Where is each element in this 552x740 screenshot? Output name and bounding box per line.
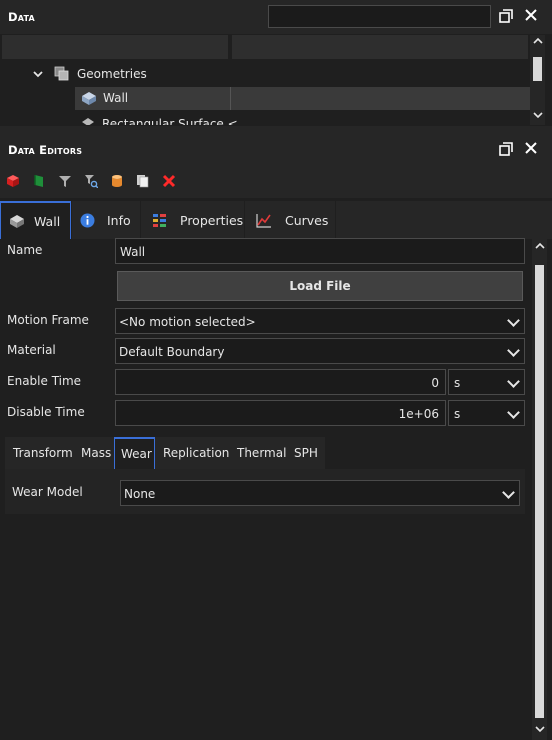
data-scrollbar[interactable]: [530, 35, 545, 125]
motion-frame-label: Motion Frame: [7, 313, 89, 327]
load-file-button-label: Load File: [289, 279, 351, 293]
tab-info-label: Info: [107, 212, 131, 228]
chevron-down-icon: [502, 486, 515, 499]
close-icon: [525, 142, 537, 154]
subtab-sph[interactable]: SPH: [288, 437, 325, 469]
data-search-input[interactable]: [268, 5, 491, 28]
close-icon: [525, 9, 537, 21]
subtab-wear[interactable]: Wear: [114, 437, 155, 469]
enable-time-label: Enable Time: [7, 374, 82, 388]
wall-icon: [82, 92, 96, 105]
tree-item-partial-label: Rectangular Surface <: [102, 117, 238, 125]
enable-time-value: 0: [431, 376, 439, 390]
curves-icon: [256, 213, 271, 228]
geometries-icon: [54, 66, 69, 81]
data-scrollbar-thumb[interactable]: [533, 57, 542, 81]
subtab-replication[interactable]: Replication: [157, 437, 231, 469]
wear-model-label: Wear Model: [12, 485, 83, 499]
funnel-icon[interactable]: [58, 174, 72, 188]
tree-item-partial[interactable]: Rectangular Surface <: [75, 112, 530, 125]
red-cube-icon[interactable]: [6, 174, 20, 188]
surface-icon: [82, 118, 94, 125]
tree-item-wall[interactable]: Wall: [75, 87, 530, 110]
enable-time-unit-value: s: [454, 376, 461, 390]
tab-properties[interactable]: Properties: [141, 201, 244, 239]
subtab-mass-label: Mass: [81, 446, 112, 460]
chevron-down-icon: [507, 314, 520, 327]
close-panel-button[interactable]: [522, 8, 540, 25]
tab-wall[interactable]: Wall: [0, 201, 71, 239]
load-file-button[interactable]: Load File: [117, 271, 523, 301]
disable-time-value: 1e+06: [398, 407, 439, 421]
float-panel-button[interactable]: [497, 9, 515, 26]
subtab-sph-label: SPH: [294, 446, 318, 460]
name-label: Name: [7, 243, 43, 257]
wall-icon: [10, 214, 24, 228]
chevron-down-icon: [507, 406, 520, 419]
green-flag-icon[interactable]: [32, 174, 46, 188]
tab-properties-label: Properties: [180, 212, 244, 228]
cylinder-icon[interactable]: [110, 174, 124, 188]
subtab-wear-label: Wear: [121, 447, 152, 461]
sub-tabbar: Transform Mass Wear Replication Thermal …: [5, 437, 325, 469]
tab-curves-label: Curves: [285, 212, 329, 228]
chevron-down-icon: [507, 344, 520, 357]
subtab-transform-label: Transform: [13, 446, 73, 460]
editors-float-button[interactable]: [497, 142, 515, 159]
tab-curves[interactable]: Curves: [245, 201, 335, 239]
motion-frame-select[interactable]: <No motion selected>: [115, 308, 525, 334]
enable-time-unit-select[interactable]: s: [448, 369, 525, 395]
main-tabbar: Wall Info Properties Curves: [0, 201, 552, 239]
scroll-up-icon[interactable]: [535, 242, 545, 250]
scroll-up-icon[interactable]: [533, 37, 543, 45]
disable-time-unit-select[interactable]: s: [448, 400, 525, 426]
properties-icon: [153, 213, 166, 227]
copy-icon[interactable]: [136, 174, 150, 188]
subtab-replication-label: Replication: [163, 446, 230, 460]
name-field[interactable]: Wall: [115, 238, 525, 264]
tree-column-header-1[interactable]: [2, 35, 228, 59]
disable-time-input[interactable]: 1e+06: [115, 400, 446, 426]
name-field-value: Wall: [120, 245, 146, 259]
float-icon: [499, 142, 513, 156]
disable-time-unit-value: s: [454, 407, 461, 421]
editor-scrollbar-thumb[interactable]: [535, 265, 544, 718]
search-filter-icon[interactable]: [84, 174, 98, 188]
editors-close-button[interactable]: [522, 141, 540, 158]
material-select-value: Default Boundary: [119, 345, 225, 359]
wear-model-select-value: None: [124, 487, 156, 501]
wear-model-select[interactable]: None: [120, 480, 520, 506]
disable-time-label: Disable Time: [7, 405, 85, 419]
subtab-mass[interactable]: Mass: [75, 437, 115, 469]
tree-item-wall-divider: [230, 87, 231, 110]
tree-column-header-2[interactable]: [232, 35, 528, 59]
tabbar-rest: [336, 201, 552, 239]
tab-wall-label: Wall: [34, 213, 61, 229]
chevron-down-icon: [507, 375, 520, 388]
subtab-transform[interactable]: Transform: [5, 437, 75, 469]
scroll-down-icon[interactable]: [535, 725, 545, 733]
tree-item-geometries[interactable]: Geometries: [30, 64, 270, 84]
tree-item-wall-label: Wall: [103, 91, 129, 105]
enable-time-input[interactable]: 0: [115, 369, 446, 395]
motion-frame-select-value: <No motion selected>: [119, 315, 256, 329]
subtab-thermal-label: Thermal: [237, 446, 287, 460]
editors-panel-title: Data Editors: [8, 143, 83, 157]
tree-item-geometries-label: Geometries: [77, 67, 147, 81]
scroll-down-icon[interactable]: [533, 111, 543, 119]
editors-panel-header: [0, 126, 552, 198]
delete-icon[interactable]: [162, 174, 176, 188]
data-panel-title: Data: [8, 10, 35, 24]
material-label: Material: [7, 343, 56, 357]
editor-scrollbar[interactable]: [532, 239, 547, 740]
tab-info[interactable]: Info: [72, 201, 140, 239]
chevron-down-icon[interactable]: [32, 68, 44, 80]
subtab-thermal[interactable]: Thermal: [231, 437, 288, 469]
float-icon: [499, 9, 513, 23]
material-select[interactable]: Default Boundary: [115, 338, 525, 364]
info-icon: [80, 213, 95, 227]
